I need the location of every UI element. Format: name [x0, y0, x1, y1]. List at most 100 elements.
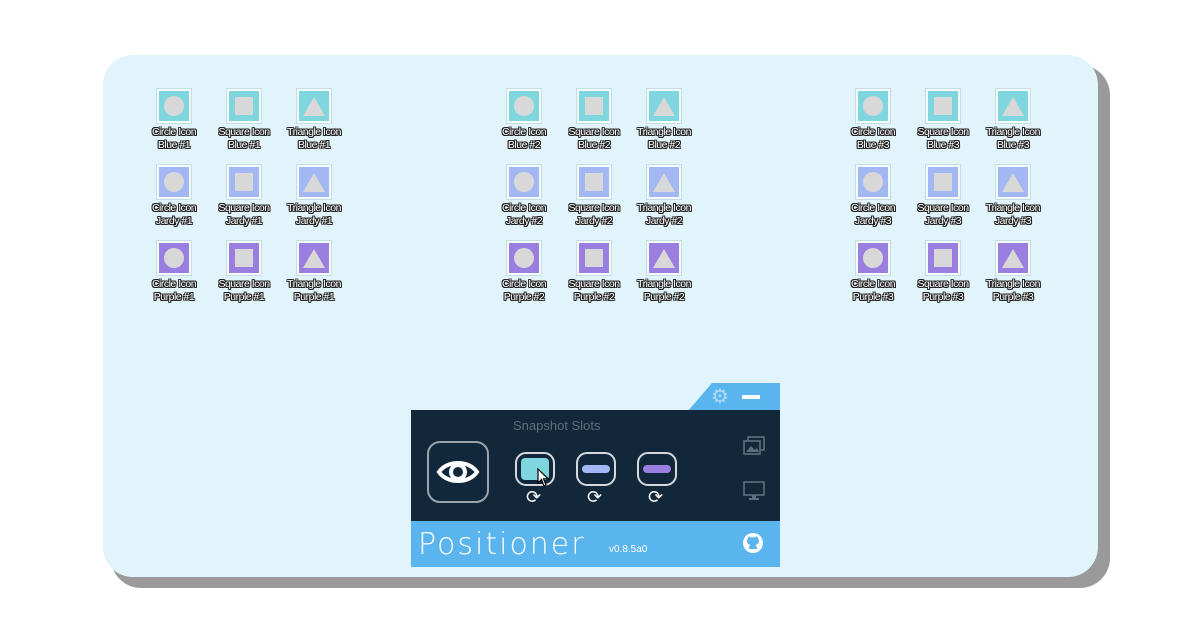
desktop-icon-circle-jardy[interactable]: Circle Icon Jardy #3 — [838, 164, 908, 228]
desktop-icon-triangle-blue[interactable]: Triangle Icon Blue #3 — [978, 88, 1048, 152]
snapshot-slot-3[interactable] — [637, 452, 677, 486]
label-line-1: Triangle Icon — [637, 202, 691, 214]
label-line-1: Triangle Icon — [637, 126, 691, 138]
label-line-2: Blue #2 — [577, 139, 611, 151]
desktop-icon-circle-jardy[interactable]: Circle Icon Jardy #1 — [139, 164, 209, 228]
label-line-2: Jardy #3 — [854, 215, 892, 227]
refresh-icon[interactable]: ⟳ — [587, 487, 602, 507]
desktop-icon-square-blue[interactable]: Square Icon Blue #2 — [559, 88, 629, 152]
label-line-1: Circle Icon — [151, 278, 197, 290]
snapshot-slot-2[interactable] — [576, 452, 616, 486]
desktop-icon-circle-jardy[interactable]: Circle Icon Jardy #2 — [489, 164, 559, 228]
triangle-icon — [296, 88, 332, 124]
desktop-icon-label: Circle Icon Blue #1 — [151, 126, 197, 152]
triangle-icon — [995, 88, 1031, 124]
square-icon — [576, 240, 612, 276]
label-line-2: Blue #2 — [647, 139, 681, 151]
label-line-1: Circle Icon — [850, 126, 896, 138]
label-line-2: Purple #2 — [643, 291, 685, 303]
eye-button[interactable] — [427, 441, 489, 503]
label-line-2: Jardy #3 — [994, 215, 1032, 227]
monitor-icon[interactable] — [742, 480, 766, 502]
label-line-2: Purple #1 — [293, 291, 335, 303]
desktop-icon-square-blue[interactable]: Square Icon Blue #3 — [908, 88, 978, 152]
desktop-icon-label: Square Icon Jardy #1 — [218, 202, 270, 228]
icon-row: Circle Icon Jardy #1 Square Icon Jardy #1 Tr… — [139, 164, 359, 228]
desktop-icon-triangle-jardy[interactable]: Triangle Icon Jardy #3 — [978, 164, 1048, 228]
desktop-icon-square-purple[interactable]: Square Icon Purple #3 — [908, 240, 978, 304]
desktop-icon-circle-blue[interactable]: Circle Icon Blue #3 — [838, 88, 908, 152]
slot-purple-indicator — [643, 465, 671, 473]
desktop-icon-square-purple[interactable]: Square Icon Purple #2 — [559, 240, 629, 304]
desktop-icon-label: Triangle Icon Jardy #3 — [986, 202, 1040, 228]
label-line-1: Square Icon — [917, 278, 969, 290]
desktop-icon-label: Square Icon Purple #1 — [218, 278, 270, 304]
label-line-1: Square Icon — [917, 202, 969, 214]
gear-icon[interactable]: ⚙ — [711, 386, 729, 408]
square-shape — [585, 97, 603, 115]
label-line-2: Jardy #2 — [575, 215, 613, 227]
triangle-shape — [653, 172, 675, 192]
label-line-2: Jardy #1 — [155, 215, 193, 227]
github-icon[interactable] — [741, 531, 765, 555]
desktop-icon-square-purple[interactable]: Square Icon Purple #1 — [209, 240, 279, 304]
label-line-2: Purple #3 — [922, 291, 964, 303]
minimize-icon[interactable] — [742, 395, 760, 399]
circle-icon — [506, 164, 542, 200]
icon-row: Circle Icon Blue #2 Square Icon Blue #2 Tria… — [489, 88, 709, 152]
label-line-2: Purple #1 — [223, 291, 265, 303]
circle-icon — [506, 240, 542, 276]
icon-group-3: Circle Icon Blue #3 Square Icon Blue #3 Tria… — [838, 88, 1058, 317]
square-shape — [934, 249, 952, 267]
label-line-1: Circle Icon — [151, 126, 197, 138]
desktop-icon-label: Triangle Icon Jardy #1 — [287, 202, 341, 228]
desktop-icon-square-blue[interactable]: Square Icon Blue #1 — [209, 88, 279, 152]
desktop-icon-label: Triangle Icon Blue #1 — [287, 126, 341, 152]
desktop-icon-triangle-blue[interactable]: Triangle Icon Blue #1 — [279, 88, 349, 152]
snapshot-slots-title: Snapshot Slots — [513, 418, 601, 433]
square-icon — [576, 164, 612, 200]
desktop-icon-triangle-jardy[interactable]: Triangle Icon Jardy #2 — [629, 164, 699, 228]
circle-shape — [164, 96, 184, 116]
refresh-icon[interactable]: ⟳ — [526, 487, 541, 507]
version-label: v0.8.5a0 — [609, 544, 648, 555]
desktop-icon-circle-purple[interactable]: Circle Icon Purple #2 — [489, 240, 559, 304]
desktop-icon-square-jardy[interactable]: Square Icon Jardy #3 — [908, 164, 978, 228]
desktop-icon-circle-purple[interactable]: Circle Icon Purple #3 — [838, 240, 908, 304]
desktop-icon-triangle-purple[interactable]: Triangle Icon Purple #2 — [629, 240, 699, 304]
desktop-icon-triangle-jardy[interactable]: Triangle Icon Jardy #1 — [279, 164, 349, 228]
label-line-2: Jardy #2 — [505, 215, 543, 227]
refresh-icon[interactable]: ⟳ — [648, 487, 663, 507]
triangle-shape — [1002, 172, 1024, 192]
circle-shape — [863, 248, 883, 268]
triangle-shape — [653, 248, 675, 268]
desktop-icon-circle-blue[interactable]: Circle Icon Blue #1 — [139, 88, 209, 152]
desktop-icon-circle-blue[interactable]: Circle Icon Blue #2 — [489, 88, 559, 152]
label-line-1: Circle Icon — [501, 278, 547, 290]
circle-shape — [514, 96, 534, 116]
label-line-1: Triangle Icon — [986, 126, 1040, 138]
circle-shape — [164, 248, 184, 268]
square-shape — [235, 249, 253, 267]
desktop-icon-triangle-purple[interactable]: Triangle Icon Purple #1 — [279, 240, 349, 304]
label-line-2: Jardy #3 — [924, 215, 962, 227]
triangle-icon — [296, 240, 332, 276]
desktop-icon-square-jardy[interactable]: Square Icon Jardy #2 — [559, 164, 629, 228]
label-line-2: Purple #2 — [503, 291, 545, 303]
desktop-icon-label: Circle Icon Purple #2 — [501, 278, 547, 304]
icon-row: Circle Icon Purple #1 Square Icon Purple #1… — [139, 240, 359, 304]
desktop-icon-label: Triangle Icon Purple #3 — [986, 278, 1040, 304]
desktop-icon-triangle-purple[interactable]: Triangle Icon Purple #3 — [978, 240, 1048, 304]
circle-icon — [506, 88, 542, 124]
desktop-icon-label: Circle Icon Purple #3 — [851, 278, 896, 304]
desktop-icon-circle-purple[interactable]: Circle Icon Purple #1 — [139, 240, 209, 304]
circle-shape — [164, 172, 184, 192]
icon-row: Circle Icon Jardy #3 Square Icon Jardy #3 Tr… — [838, 164, 1058, 228]
label-line-2: Blue #3 — [926, 139, 960, 151]
desktop-icon-triangle-blue[interactable]: Triangle Icon Blue #2 — [629, 88, 699, 152]
desktop-icon-label: Square Icon Blue #2 — [568, 126, 620, 152]
desktop-icon-label: Triangle Icon Jardy #2 — [637, 202, 691, 228]
gallery-icon[interactable] — [742, 435, 766, 457]
triangle-icon — [296, 164, 332, 200]
desktop-icon-square-jardy[interactable]: Square Icon Jardy #1 — [209, 164, 279, 228]
